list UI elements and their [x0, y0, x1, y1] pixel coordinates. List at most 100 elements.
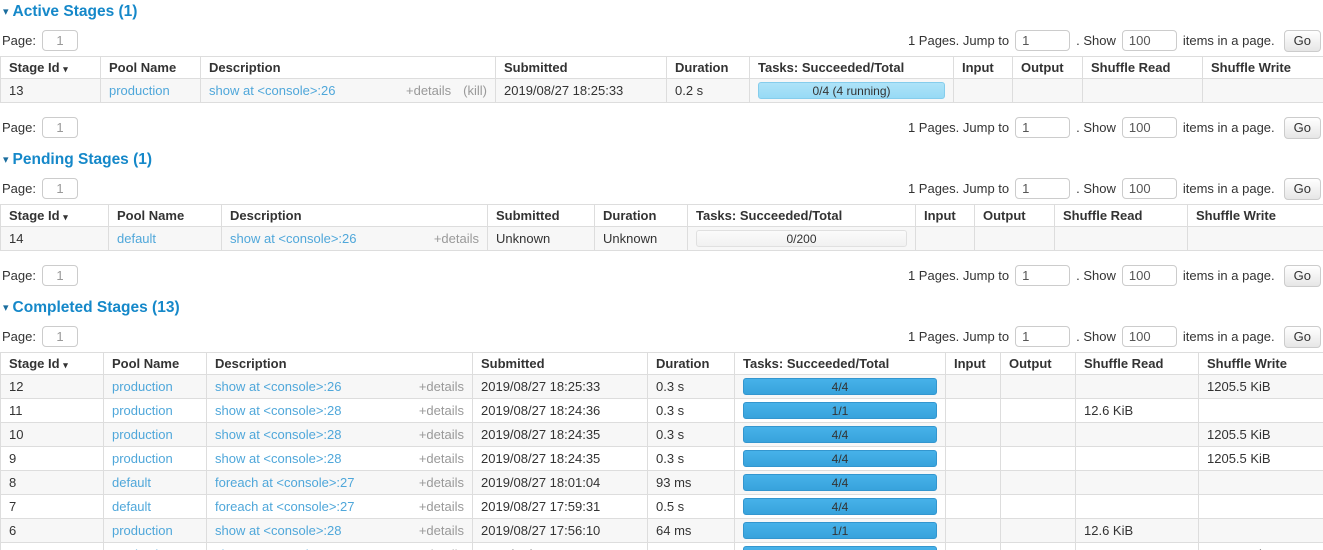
section-header-active-stages[interactable]: ▾Active Stages (1) [3, 3, 1323, 21]
col-shuffle-read[interactable]: Shuffle Read [1055, 205, 1188, 227]
details-toggle[interactable]: +details [419, 523, 464, 538]
col-duration[interactable]: Duration [648, 353, 735, 375]
go-button[interactable]: Go [1284, 265, 1321, 287]
description-link[interactable]: show at <console>:28 [215, 427, 341, 442]
description-link[interactable]: foreach at <console>:27 [215, 475, 355, 490]
tasks-progress-bar: 4/4 [743, 426, 937, 443]
col-stage-id[interactable]: Stage Id ▾ [1, 205, 109, 227]
pool-name-link[interactable]: production [112, 523, 173, 538]
col-submitted[interactable]: Submitted [496, 57, 667, 79]
jump-to-input[interactable] [1015, 178, 1070, 199]
col-shuffle-read[interactable]: Shuffle Read [1076, 353, 1199, 375]
pages-summary: 1 Pages. Jump to [908, 268, 1009, 283]
col-input[interactable]: Input [954, 57, 1013, 79]
kill-link[interactable]: (kill) [463, 83, 487, 98]
col-tasks[interactable]: Tasks: Succeeded/Total [750, 57, 954, 79]
page-size-input[interactable] [1122, 178, 1177, 199]
description-link[interactable]: show at <console>:28 [215, 403, 341, 418]
description-link[interactable]: show at <console>:28 [215, 523, 341, 538]
header-row: Stage Id ▾ Pool Name Description Submitt… [1, 353, 1323, 375]
tasks-progress-label: 4/4 [832, 476, 849, 490]
pool-name-link[interactable]: default [117, 231, 156, 246]
details-toggle[interactable]: +details [419, 451, 464, 466]
page-number-input[interactable] [42, 326, 78, 347]
items-label: items in a page. [1183, 181, 1275, 196]
description-link[interactable]: show at <console>:28 [215, 451, 341, 466]
description-link[interactable]: show at <console>:26 [215, 379, 341, 394]
details-toggle[interactable]: +details [419, 379, 464, 394]
col-shuffle-write[interactable]: Shuffle Write [1188, 205, 1323, 227]
output-cell [1001, 519, 1076, 543]
completed-stages-table: Stage Id ▾ Pool Name Description Submitt… [0, 352, 1323, 550]
pool-name-link[interactable]: default [112, 499, 151, 514]
pool-name-link[interactable]: default [112, 475, 151, 490]
go-button[interactable]: Go [1284, 178, 1321, 200]
go-button[interactable]: Go [1284, 117, 1321, 139]
shuffle-read-cell [1076, 447, 1199, 471]
page-size-input[interactable] [1122, 326, 1177, 347]
col-pool-name[interactable]: Pool Name [101, 57, 201, 79]
details-toggle[interactable]: +details [419, 403, 464, 418]
col-description[interactable]: Description [222, 205, 488, 227]
stage-id-cell: 6 [1, 519, 104, 543]
col-output[interactable]: Output [1001, 353, 1076, 375]
col-stage-id[interactable]: Stage Id ▾ [1, 353, 104, 375]
col-stage-id[interactable]: Stage Id ▾ [1, 57, 101, 79]
details-toggle[interactable]: +details [434, 231, 479, 246]
col-duration[interactable]: Duration [667, 57, 750, 79]
page-size-input[interactable] [1122, 30, 1177, 51]
col-pool-name[interactable]: Pool Name [104, 353, 207, 375]
pool-name-link[interactable]: production [109, 83, 170, 98]
col-shuffle-read[interactable]: Shuffle Read [1083, 57, 1203, 79]
page-number-input[interactable] [42, 30, 78, 51]
col-tasks[interactable]: Tasks: Succeeded/Total [688, 205, 916, 227]
jump-to-input[interactable] [1015, 30, 1070, 51]
pool-name-link[interactable]: production [112, 451, 173, 466]
pagination-row-pending-top: Page: 1 Pages. Jump to . Show items in a… [0, 178, 1323, 199]
pool-name-link[interactable]: production [112, 427, 173, 442]
show-label: . Show [1076, 33, 1116, 48]
section-header-pending-stages[interactable]: ▾Pending Stages (1) [3, 151, 1323, 169]
jump-to-input[interactable] [1015, 265, 1070, 286]
description-link[interactable]: show at <console>:26 [230, 231, 356, 246]
col-shuffle-write[interactable]: Shuffle Write [1199, 353, 1323, 375]
section-header-completed-stages[interactable]: ▾Completed Stages (13) [3, 299, 1323, 317]
col-duration[interactable]: Duration [595, 205, 688, 227]
details-toggle[interactable]: +details [406, 83, 451, 98]
go-button[interactable]: Go [1284, 30, 1321, 52]
pages-summary: 1 Pages. Jump to [908, 329, 1009, 344]
col-pool-name[interactable]: Pool Name [109, 205, 222, 227]
col-tasks[interactable]: Tasks: Succeeded/Total [735, 353, 946, 375]
page-number-input[interactable] [42, 178, 78, 199]
jump-to-input[interactable] [1015, 117, 1070, 138]
pool-name-link[interactable]: production [112, 403, 173, 418]
show-label: . Show [1076, 181, 1116, 196]
col-description[interactable]: Description [201, 57, 496, 79]
page-size-input[interactable] [1122, 117, 1177, 138]
col-label: Stage Id [9, 60, 60, 75]
pool-name-link[interactable]: production [112, 379, 173, 394]
tasks-progress-bar: 4/4 [743, 378, 937, 395]
col-submitted[interactable]: Submitted [473, 353, 648, 375]
go-button[interactable]: Go [1284, 326, 1321, 348]
col-output[interactable]: Output [975, 205, 1055, 227]
page-number-input[interactable] [42, 265, 78, 286]
description-link[interactable]: foreach at <console>:27 [215, 499, 355, 514]
col-input[interactable]: Input [916, 205, 975, 227]
shuffle-write-cell: 1205.5 KiB [1199, 375, 1323, 399]
col-input[interactable]: Input [946, 353, 1001, 375]
description-link[interactable]: show at <console>:26 [209, 83, 335, 98]
stage-id-cell: 13 [1, 79, 101, 103]
page-size-input[interactable] [1122, 265, 1177, 286]
details-toggle[interactable]: +details [419, 499, 464, 514]
col-shuffle-write[interactable]: Shuffle Write [1203, 57, 1323, 79]
details-toggle[interactable]: +details [419, 427, 464, 442]
col-output[interactable]: Output [1013, 57, 1083, 79]
jump-to-input[interactable] [1015, 326, 1070, 347]
page-number-input[interactable] [42, 117, 78, 138]
shuffle-write-cell [1199, 495, 1323, 519]
details-toggle[interactable]: +details [419, 475, 464, 490]
col-description[interactable]: Description [207, 353, 473, 375]
col-submitted[interactable]: Submitted [488, 205, 595, 227]
tasks-progress-label: 1/1 [832, 404, 849, 418]
